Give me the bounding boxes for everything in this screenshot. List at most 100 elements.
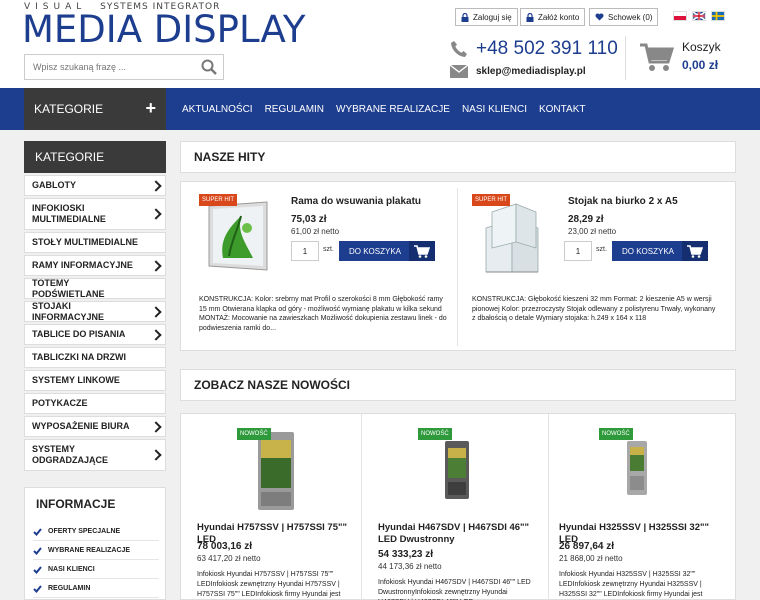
- sidebar-item-tabliczki[interactable]: TABLICZKI NA DRZWI: [24, 347, 166, 368]
- quantity-input[interactable]: 1: [564, 241, 592, 261]
- info-link-label: NASI KLIENCI: [48, 566, 95, 573]
- hit-product-price: 75,03 zł: [291, 214, 327, 225]
- envelope-icon: [450, 64, 468, 78]
- poster-frame-image[interactable]: [201, 198, 273, 274]
- flag-se-icon[interactable]: [711, 11, 725, 21]
- sidebar-category-list: GABLOTY INFOKIOSKI MULTIMEDIALNE STOŁY M…: [24, 175, 166, 473]
- new-product-net-price: 44 173,36 zł netto: [378, 562, 442, 571]
- contact-email[interactable]: sklep@mediadisplay.pl: [450, 63, 586, 79]
- cart-widget[interactable]: Koszyk 0,00 zł: [640, 40, 750, 80]
- contact-phone[interactable]: +48 502 391 110: [450, 38, 618, 60]
- sidebar-item-stojaki[interactable]: STOJAKI INFORMACYJNE: [24, 301, 166, 322]
- new-product-price: 54 333,23 zł: [378, 549, 434, 560]
- new-product-description: Infokiosk Hyundai H325SSV | H325SSI 32""…: [559, 571, 703, 598]
- desk-stand-image[interactable]: [472, 198, 552, 274]
- chevron-right-icon: [150, 179, 162, 192]
- search-box: [24, 54, 224, 80]
- super-hit-badge: SUPER HIT: [472, 194, 511, 206]
- hit-product-name[interactable]: Stojak na biurko 2 x A5: [568, 196, 678, 207]
- site-logo[interactable]: VISUAL SYSTEMS INTEGRATOR MEDIA DISPLAY: [22, 2, 305, 51]
- hit-product-description: KONSTRUKCJA: Kolor: srebrny mat Profil o…: [199, 296, 447, 332]
- sidebar-item-odgradzajace[interactable]: SYSTEMY ODGRADZAJĄCE: [24, 439, 166, 471]
- sidebar-item-gabloty[interactable]: GABLOTY: [24, 175, 166, 196]
- hit-product-net-price: 23,00 zł netto: [568, 227, 617, 236]
- new-product-description: Infokiosk Hyundai H467SDV | H467SDI 46""…: [378, 579, 531, 600]
- sidebar-item-potykacze[interactable]: POTYKACZE: [24, 393, 166, 414]
- add-to-cart-button[interactable]: DO KOSZYKA: [612, 241, 708, 261]
- checkmark-icon: [33, 546, 42, 555]
- hits-title: NASZE HITY: [180, 141, 736, 173]
- sidebar-item-infokioski[interactable]: INFOKIOSKI MULTIMEDIALNE: [24, 198, 166, 230]
- header-divider: [625, 36, 626, 80]
- sidebar-item-label: RAMY INFORMACYJNE: [32, 260, 133, 270]
- info-link-projects[interactable]: WYBRANE REALIZACJE: [33, 542, 159, 560]
- quantity-unit: szt.: [323, 246, 334, 253]
- sidebar-item-label: WYPOSAŻENIE BIURA: [32, 421, 130, 431]
- nav-link-news[interactable]: AKTUALNOŚCI: [182, 104, 253, 115]
- lock-icon: [461, 12, 469, 22]
- sidebar-item-totemy[interactable]: TOTEMY PODŚWIETLANE: [24, 278, 166, 299]
- kiosk-32-image[interactable]: [625, 440, 649, 496]
- hit-product-name[interactable]: Rama do wsuwania plakatu: [291, 196, 421, 207]
- login-button[interactable]: Zaloguj się: [455, 8, 518, 26]
- new-product-description: Infokiosk Hyundai H757SSV | H757SSI 75""…: [197, 571, 341, 598]
- sidebar-item-ramy[interactable]: RAMY INFORMACYJNE: [24, 255, 166, 276]
- sidebar-item-biuro[interactable]: WYPOSAŻENIE BIURA: [24, 416, 166, 437]
- new-product-net-price: 21 868,00 zł netto: [559, 554, 623, 563]
- hit-product-price: 28,29 zł: [568, 214, 604, 225]
- chevron-right-icon: [150, 305, 162, 318]
- search-input[interactable]: [25, 55, 195, 79]
- flag-en-icon[interactable]: [692, 11, 706, 21]
- news-title: ZOBACZ NASZE NOWOŚCI: [180, 369, 736, 401]
- cart-label: Koszyk: [682, 40, 721, 54]
- add-to-cart-label: DO KOSZYKA: [622, 246, 675, 256]
- kiosk-46-image[interactable]: [442, 440, 472, 500]
- nav-link-terms[interactable]: REGULAMIN: [265, 104, 324, 115]
- sidebar-item-label: STOŁY MULTIMEDIALNE: [32, 237, 139, 247]
- chevron-right-icon: [150, 420, 162, 433]
- nav-categories-label: KATEGORIE: [34, 102, 104, 116]
- logo-wordmark: MEDIA DISPLAY: [22, 8, 306, 51]
- add-to-cart-button[interactable]: DO KOSZYKA: [339, 241, 435, 261]
- quantity-input[interactable]: 1: [291, 241, 319, 261]
- info-link-terms[interactable]: REGULAMIN: [33, 580, 159, 598]
- kiosk-75-image[interactable]: [255, 430, 297, 512]
- hit-product-card: SUPER HIT Rama do wsuwania plakatu 75,03…: [181, 182, 457, 352]
- phone-icon: [451, 41, 467, 57]
- flag-pl-icon[interactable]: [673, 11, 687, 21]
- quantity-unit: szt.: [596, 246, 607, 253]
- sidebar-item-label: TOTEMY PODŚWIETLANE: [32, 277, 105, 299]
- search-icon[interactable]: [201, 59, 217, 75]
- hits-panel: SUPER HIT Rama do wsuwania plakatu 75,03…: [180, 181, 736, 351]
- info-link-offers[interactable]: OFERTY SPECJALNE: [33, 523, 159, 541]
- new-product-card: NOWOŚĆ Hyundai H467SDV | H467SDI 46"" LE…: [368, 414, 549, 600]
- super-hit-badge: SUPER HIT: [199, 194, 238, 206]
- sidebar-item-label: STOJAKI INFORMACYJNE: [32, 300, 105, 322]
- lock-icon: [526, 12, 534, 22]
- info-title: INFORMACJE: [36, 497, 116, 511]
- heart-icon: [595, 13, 604, 21]
- login-label: Zaloguj się: [473, 12, 512, 22]
- nav-link-contact[interactable]: KONTAKT: [539, 104, 585, 115]
- sidebar-item-linkowe[interactable]: SYSTEMY LINKOWE: [24, 370, 166, 391]
- new-product-name[interactable]: Hyundai H467SDV | H467SDI 46"" LED Dwust…: [378, 522, 538, 545]
- info-link-label: OFERTY SPECJALNE: [48, 528, 121, 535]
- nav-categories-toggle[interactable]: KATEGORIE +: [24, 88, 166, 130]
- sidebar-item-tablice[interactable]: TABLICE DO PISANIA: [24, 324, 166, 345]
- nav-link-clients[interactable]: NASI KLIENCI: [462, 104, 527, 115]
- info-link-label: WYBRANE REALIZACJE: [48, 547, 131, 554]
- nav-link-projects[interactable]: WYBRANE REALIZACJE: [336, 104, 450, 115]
- sidebar-item-stoly[interactable]: STOŁY MULTIMEDIALNE: [24, 232, 166, 253]
- info-link-clients[interactable]: NASI KLIENCI: [33, 561, 159, 579]
- nav-links: AKTUALNOŚCI REGULAMIN WYBRANE REALIZACJE…: [182, 88, 597, 130]
- checkmark-icon: [33, 584, 42, 593]
- new-badge: NOWOŚĆ: [418, 428, 452, 440]
- hit-product-net-price: 61,00 zł netto: [291, 227, 340, 236]
- new-product-card: NOWOŚĆ Hyundai H757SSV | H757SSI 75"" LE…: [181, 414, 362, 600]
- register-button[interactable]: Załóż konto: [520, 8, 586, 26]
- wishlist-button[interactable]: Schowek (0): [589, 8, 659, 26]
- checkmark-icon: [33, 527, 42, 536]
- main-navbar: KATEGORIE + AKTUALNOŚCI REGULAMIN WYBRAN…: [0, 88, 760, 130]
- shopping-cart-icon: [640, 43, 674, 71]
- plus-icon: +: [145, 98, 156, 118]
